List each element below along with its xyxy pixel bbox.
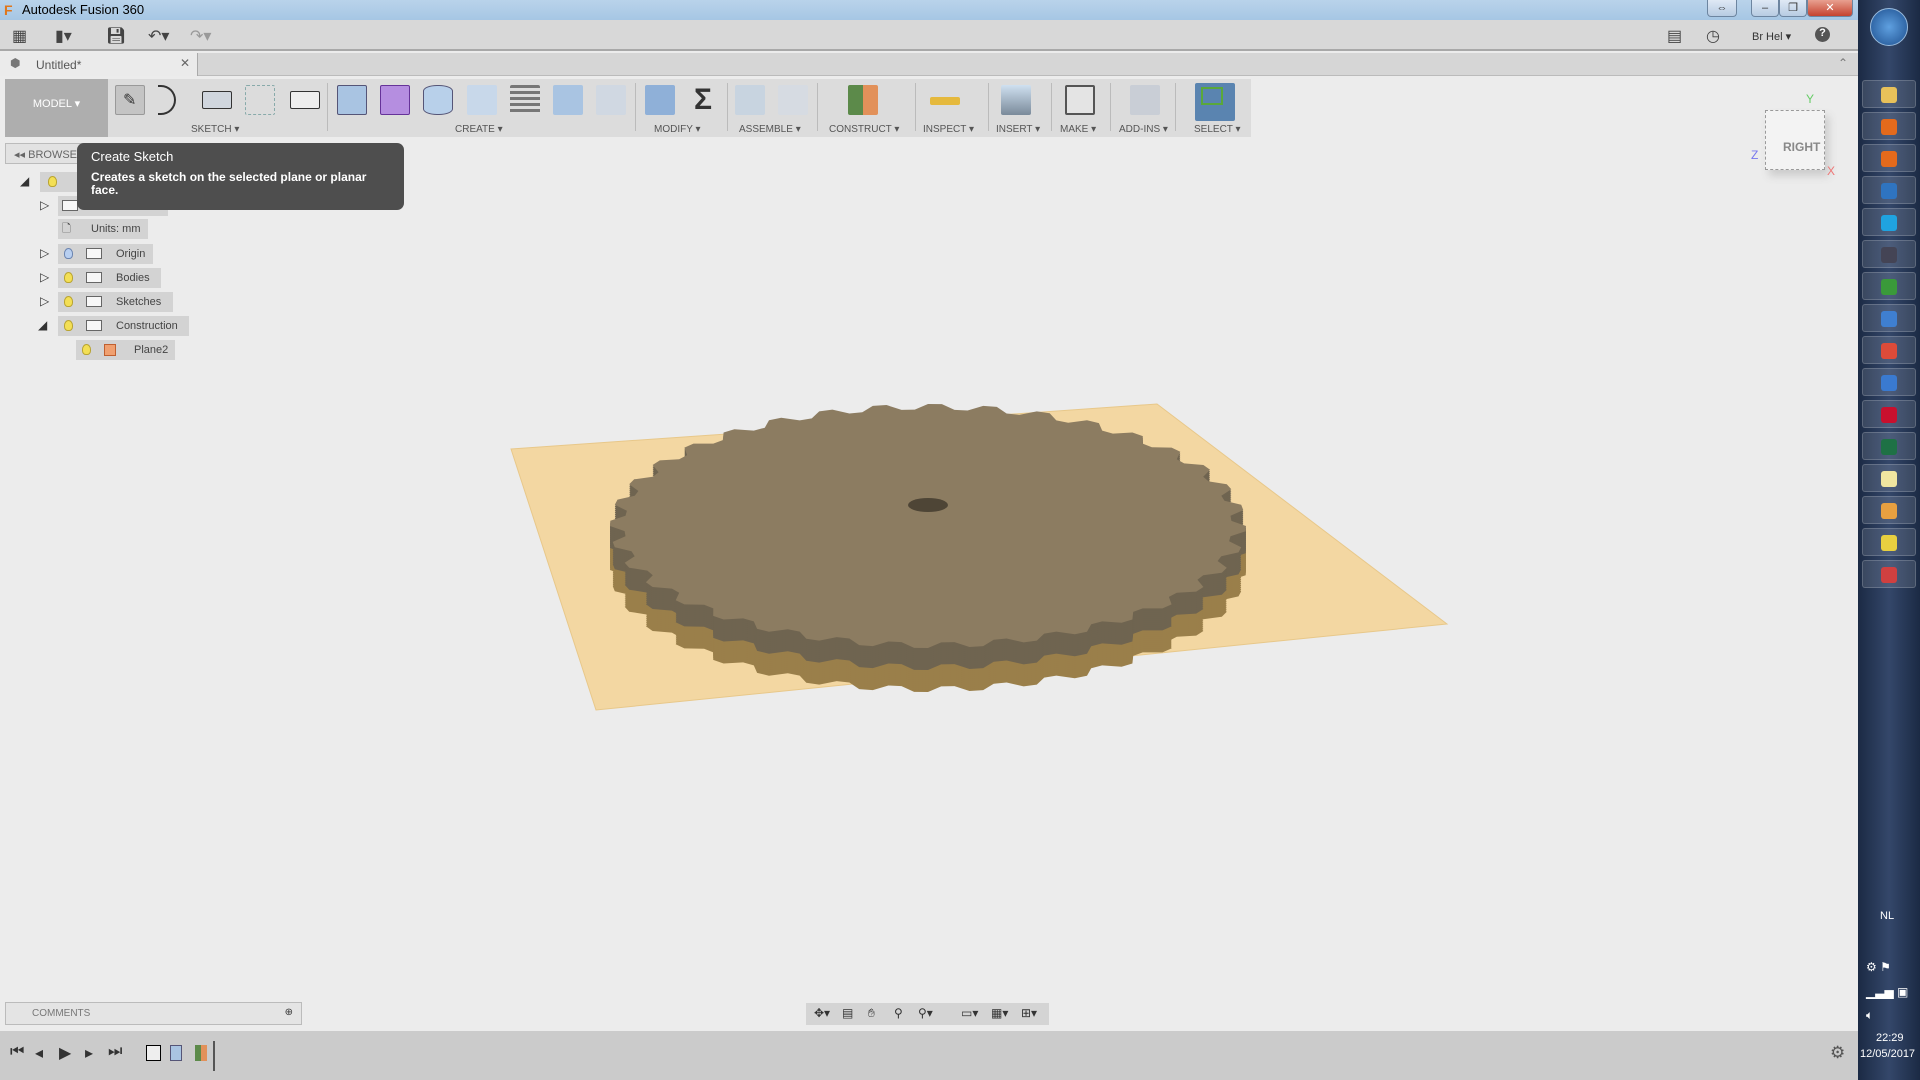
add-comment-icon[interactable]: ⊕ xyxy=(285,1007,293,1018)
app-icon xyxy=(1881,87,1897,103)
view-cube[interactable]: Y RIGHT Z X xyxy=(1751,92,1843,182)
gear-body[interactable] xyxy=(610,404,1246,692)
look-at-icon[interactable]: ▤ xyxy=(842,1006,853,1020)
clock-date[interactable]: 12/05/2017 xyxy=(1860,1048,1915,1060)
x-axis-label: X xyxy=(1827,164,1836,178)
taskbar-app-button[interactable] xyxy=(1862,432,1916,460)
taskbar-app-button[interactable] xyxy=(1862,336,1916,364)
taskbar-app-button[interactable] xyxy=(1862,400,1916,428)
taskbar-app-button[interactable] xyxy=(1862,496,1916,524)
taskbar-app-button[interactable] xyxy=(1862,304,1916,332)
app-icon xyxy=(1881,279,1897,295)
app-icon xyxy=(1881,439,1897,455)
app-icon xyxy=(1881,119,1897,135)
language-indicator[interactable]: NL xyxy=(1880,910,1894,922)
windows-taskbar: NL ⚙ ⚑ ▁▃▅ ▣ 🔈︎ 22:29 12/05/2017 xyxy=(1858,0,1920,1080)
taskbar-app-button[interactable] xyxy=(1862,464,1916,492)
taskbar-app-button[interactable] xyxy=(1862,368,1916,396)
app-icon xyxy=(1881,375,1897,391)
view-cube-face-right[interactable]: RIGHT xyxy=(1783,140,1820,154)
app-icon xyxy=(1881,311,1897,327)
gear-center-hole xyxy=(908,498,948,512)
tray-icons[interactable]: ⚙ ⚑ xyxy=(1866,960,1891,974)
app-icon xyxy=(1881,407,1897,423)
step-forward-icon[interactable]: ▸ xyxy=(85,1043,93,1063)
z-axis-label: Z xyxy=(1751,148,1759,162)
taskbar-app-button[interactable] xyxy=(1862,208,1916,236)
start-button[interactable] xyxy=(1870,8,1908,46)
navigation-bar: ✥▾ ▤ ✋︎ ⚲ ⚲▾ ▭▾ ▦▾ ⊞▾ xyxy=(806,1003,1049,1025)
timeline-sketch-feature[interactable] xyxy=(146,1045,161,1061)
app-icon xyxy=(1881,215,1897,231)
app-icon xyxy=(1881,535,1897,551)
settings-gear-icon[interactable]: ⚙ xyxy=(1830,1043,1845,1063)
app-icon xyxy=(1881,183,1897,199)
comments-panel[interactable]: COMMENTS ⊕ xyxy=(5,1002,302,1025)
taskbar-app-button[interactable] xyxy=(1862,176,1916,204)
app-icon xyxy=(1881,471,1897,487)
taskbar-app-button[interactable] xyxy=(1862,112,1916,140)
taskbar-app-button[interactable] xyxy=(1862,528,1916,556)
app-icon xyxy=(1881,343,1897,359)
viewport-canvas[interactable] xyxy=(0,0,1858,1031)
app-icon xyxy=(1881,503,1897,519)
zoom-icon[interactable]: ⚲ xyxy=(894,1006,903,1020)
taskbar-app-button[interactable] xyxy=(1862,240,1916,268)
taskbar-app-button[interactable] xyxy=(1862,144,1916,172)
volume-icon[interactable]: 🔈︎ xyxy=(1866,1008,1873,1023)
timeline: ⏮︎ ◂ ▶ ▸ ⏭︎ ⚙ xyxy=(0,1031,1858,1080)
go-to-end-icon[interactable]: ⏭︎ xyxy=(108,1043,122,1061)
taskbar-app-button[interactable] xyxy=(1862,272,1916,300)
fit-icon[interactable]: ⚲▾ xyxy=(918,1006,933,1020)
timeline-plane-feature[interactable] xyxy=(195,1045,207,1061)
go-to-start-icon[interactable]: ⏮︎ xyxy=(10,1043,24,1061)
orbit-icon[interactable]: ✥▾ xyxy=(814,1006,830,1020)
play-icon[interactable]: ▶ xyxy=(59,1043,71,1063)
clock-time[interactable]: 22:29 xyxy=(1876,1032,1904,1044)
y-axis-label: Y xyxy=(1806,92,1815,106)
comments-label: COMMENTS xyxy=(32,1008,91,1019)
step-back-icon[interactable]: ◂ xyxy=(35,1043,43,1063)
app-icon xyxy=(1881,151,1897,167)
grid-settings-icon[interactable]: ▦▾ xyxy=(991,1006,1008,1020)
network-power-icons[interactable]: ▁▃▅ ▣ xyxy=(1866,985,1908,999)
viewports-icon[interactable]: ⊞▾ xyxy=(1021,1006,1037,1020)
display-settings-icon[interactable]: ▭▾ xyxy=(961,1006,978,1020)
taskbar-app-button[interactable] xyxy=(1862,80,1916,108)
app-icon xyxy=(1881,247,1897,263)
taskbar-app-button[interactable] xyxy=(1862,560,1916,588)
pan-hand-icon[interactable]: ✋︎ xyxy=(868,1006,875,1021)
timeline-extrude-feature[interactable] xyxy=(170,1045,182,1061)
timeline-marker[interactable] xyxy=(213,1041,215,1071)
app-icon xyxy=(1881,567,1897,583)
